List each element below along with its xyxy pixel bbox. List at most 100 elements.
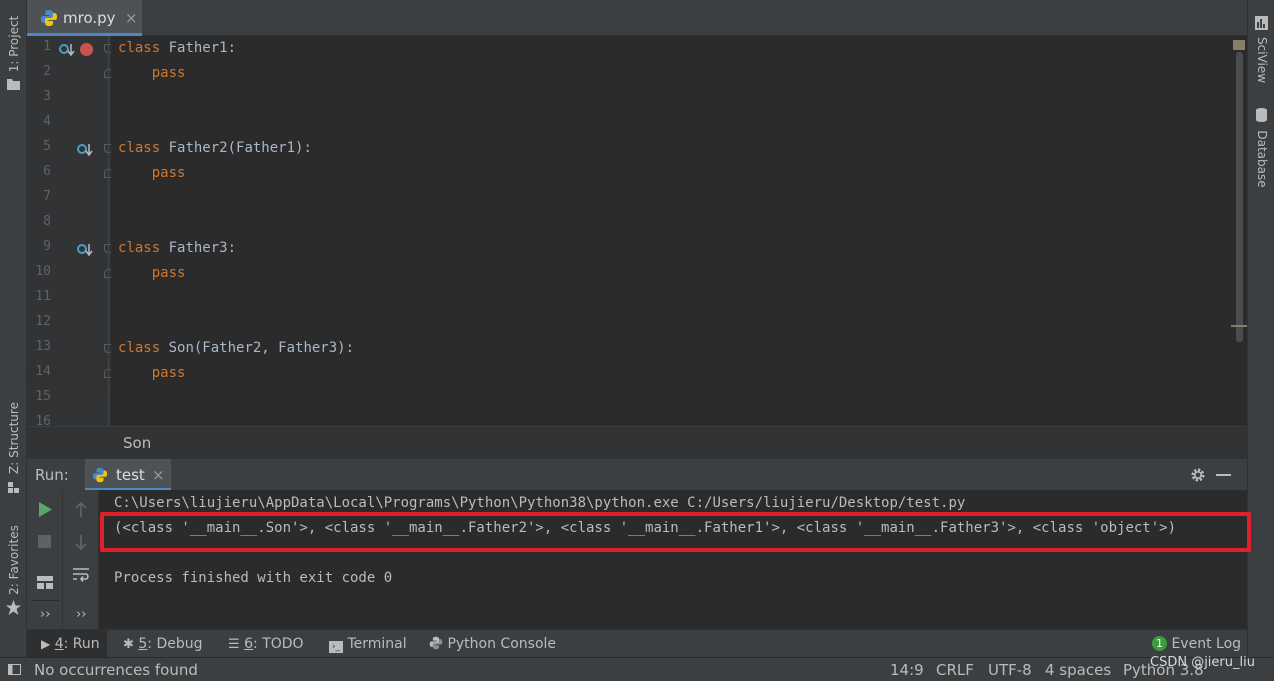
- editor-scrollbar[interactable]: [1231, 36, 1247, 426]
- run-tool-icon: ▶: [41, 637, 51, 651]
- fold-guide: [108, 36, 109, 426]
- run-toolbar-primary: ››: [27, 490, 63, 629]
- line-number: 4: [43, 114, 51, 129]
- structure-tool-tab[interactable]: Z: Structure: [0, 398, 27, 498]
- tool-windows-toggle-icon[interactable]: [8, 664, 21, 675]
- line-number: 11: [35, 289, 51, 304]
- gear-icon[interactable]: [1190, 467, 1206, 483]
- code-line[interactable]: class Son(Father2, Father3):: [118, 336, 354, 361]
- folder-icon: [7, 79, 20, 90]
- todo-tool-tab[interactable]: ☰ 6: TODO: [228, 636, 304, 652]
- line-number: 13: [35, 339, 51, 354]
- line-number: 6: [43, 164, 51, 179]
- terminal-tool-tab[interactable]: ›_ Terminal: [329, 636, 407, 653]
- run-tool-tab-number: 4: [54, 636, 64, 652]
- subclassed-marker-icon[interactable]: [77, 243, 93, 256]
- code-line[interactable]: class Father3:: [118, 236, 236, 261]
- line-number: 12: [35, 314, 51, 329]
- analysis-status-icon[interactable]: [1233, 40, 1245, 50]
- arrow-up-icon[interactable]: [74, 502, 88, 518]
- structure-icon: [8, 482, 19, 493]
- code-editor[interactable]: class Father1: pass class Father2(Father1…: [111, 36, 1233, 426]
- line-number: 10: [35, 264, 51, 279]
- code-keyword: pass: [118, 365, 186, 381]
- file-tab-mro[interactable]: mro.py ×: [27, 0, 142, 36]
- stop-icon[interactable]: [38, 535, 51, 548]
- ide-window: 1: Project Z: Structure 2: Favorites Sci…: [0, 0, 1274, 681]
- code-text: Father3:: [160, 240, 237, 256]
- toolbar-divider: [31, 600, 59, 601]
- code-keyword: pass: [118, 265, 186, 281]
- editor-scroll-thumb[interactable]: [1236, 52, 1243, 342]
- todo-list-icon: ☰: [228, 637, 240, 652]
- file-encoding[interactable]: UTF-8: [988, 661, 1032, 679]
- more-actions-icon[interactable]: ››: [76, 607, 86, 622]
- watermark: CSDN @jieru_liu: [1150, 655, 1255, 670]
- python-file-icon: [41, 10, 57, 26]
- close-tab-icon[interactable]: ×: [125, 9, 138, 27]
- bottom-tool-tabs: ▶ 4: Run ✱ 5: Debug ☰ 6: TODO ›_ Termina…: [27, 629, 1247, 659]
- right-tool-strip: SciView Database: [1247, 0, 1274, 657]
- favorites-tool-tab[interactable]: 2: Favorites: [0, 520, 27, 620]
- line-number: 8: [43, 214, 51, 229]
- arrow-down-icon[interactable]: [74, 534, 88, 550]
- run-panel-header: Run: test ×: [27, 458, 1247, 491]
- line-number: 1: [43, 39, 51, 54]
- code-keyword: class: [118, 40, 161, 56]
- line-separator[interactable]: CRLF: [936, 661, 974, 679]
- breadcrumb-item[interactable]: Son: [123, 434, 151, 452]
- line-number: 9: [43, 239, 51, 254]
- code-text: Father2(Father1):: [160, 140, 312, 156]
- run-tool-tab[interactable]: ▶ 4: Run: [41, 636, 100, 652]
- code-keyword: class: [118, 240, 161, 256]
- layout-icon[interactable]: [37, 576, 53, 589]
- indent-setting[interactable]: 4 spaces: [1045, 661, 1111, 679]
- breakpoint-icon[interactable]: [80, 43, 93, 56]
- sciview-icon: [1255, 16, 1268, 30]
- code-line[interactable]: pass: [118, 261, 186, 286]
- database-tool-tab[interactable]: Database: [1248, 126, 1274, 192]
- line-number: 7: [43, 189, 51, 204]
- run-tab-label: test: [116, 466, 145, 484]
- rerun-icon[interactable]: [38, 502, 52, 517]
- line-number: 5: [43, 139, 51, 154]
- todo-tool-tab-label: : TODO: [253, 636, 304, 652]
- console-line-command: C:\Users\liujieru\AppData\Local\Programs…: [114, 495, 966, 511]
- breadcrumb[interactable]: Son: [27, 426, 1247, 458]
- project-tool-tab[interactable]: 1: Project: [0, 6, 27, 92]
- minimize-icon[interactable]: [1216, 474, 1231, 476]
- line-number: 14: [35, 364, 51, 379]
- subclassed-marker-icon[interactable]: [59, 43, 75, 56]
- caret-position[interactable]: 14:9: [890, 661, 924, 679]
- more-actions-icon[interactable]: ››: [40, 607, 50, 622]
- event-log-count-badge: 1: [1152, 636, 1167, 651]
- gutter-content: 1 2 3 4 5 6 7 8 9 10 11 12 13 14 15 16: [27, 36, 111, 426]
- debug-tool-tab-number: 5: [138, 636, 148, 652]
- run-toolbar-secondary: ››: [63, 490, 99, 629]
- scroll-marker: [1231, 325, 1247, 327]
- soft-wrap-icon[interactable]: [72, 567, 90, 583]
- subclassed-marker-icon[interactable]: [77, 143, 93, 156]
- database-icon: [1256, 108, 1267, 122]
- run-console[interactable]: C:\Users\liujieru\AppData\Local\Programs…: [99, 490, 1247, 629]
- python-console-tool-tab-label: Python Console: [447, 636, 557, 652]
- sciview-tool-tab-label: SciView: [1254, 36, 1269, 84]
- database-tool-tab-label: Database: [1254, 130, 1269, 188]
- code-line[interactable]: pass: [118, 61, 186, 86]
- status-message: No occurrences found: [34, 661, 198, 679]
- code-line[interactable]: pass: [118, 161, 186, 186]
- event-log-tool-tab[interactable]: 1 Event Log: [1152, 636, 1241, 652]
- terminal-tool-tab-label: Terminal: [347, 636, 407, 652]
- debug-tool-tab-label: : Debug: [147, 636, 203, 652]
- python-console-tool-tab[interactable]: Python Console: [429, 636, 556, 652]
- code-line[interactable]: pass: [118, 361, 186, 386]
- sciview-tool-tab[interactable]: SciView: [1248, 32, 1274, 88]
- code-line[interactable]: class Father1:: [118, 36, 236, 61]
- code-line[interactable]: class Father2(Father1):: [118, 136, 312, 161]
- run-tab-test[interactable]: test ×: [85, 459, 171, 491]
- debug-tool-tab[interactable]: ✱ 5: Debug: [123, 636, 203, 652]
- code-keyword: class: [118, 140, 161, 156]
- close-run-tab-icon[interactable]: ×: [152, 466, 165, 484]
- bug-icon: ✱: [123, 637, 134, 652]
- structure-tool-tab-label: Z: Structure: [6, 402, 21, 474]
